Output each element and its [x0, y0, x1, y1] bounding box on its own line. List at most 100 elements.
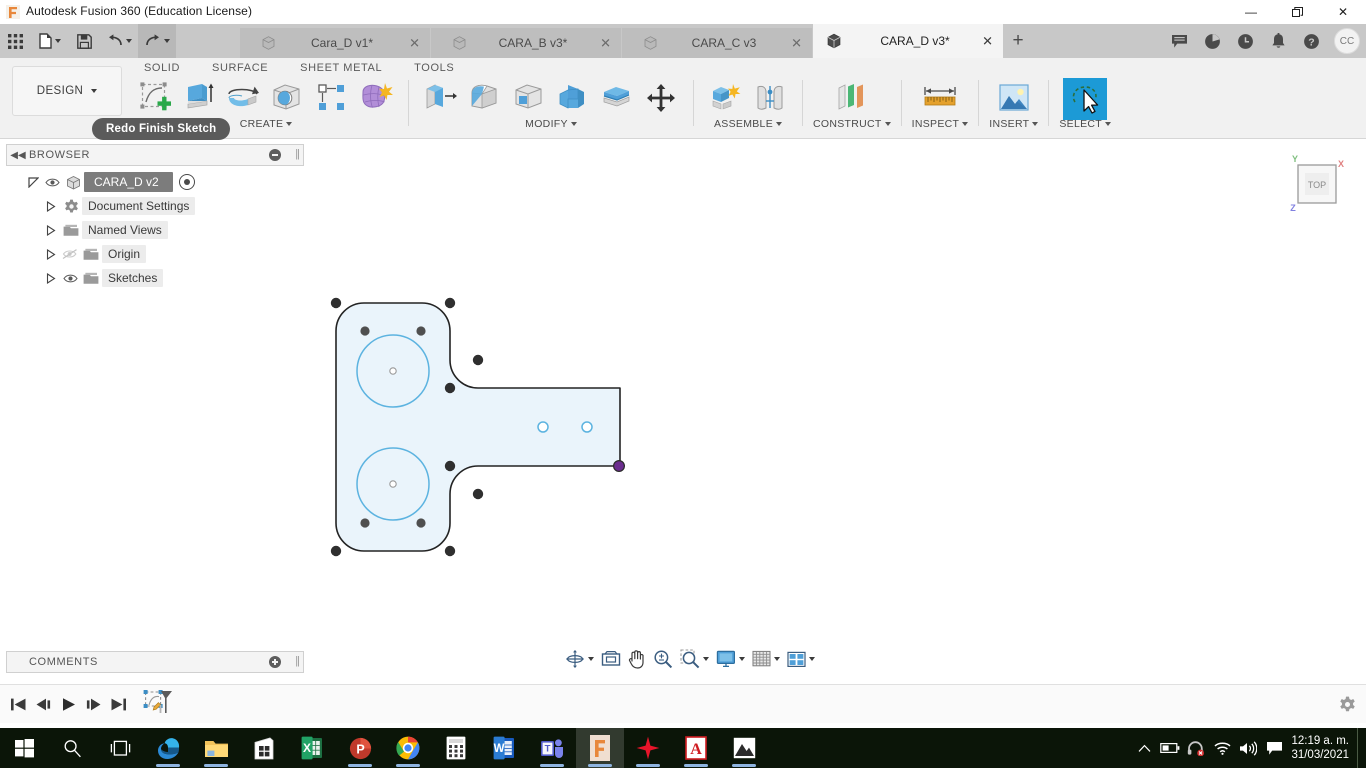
save-button[interactable]: [69, 24, 100, 58]
extrude-button[interactable]: [178, 78, 222, 118]
expand-arrow-icon[interactable]: [42, 224, 60, 236]
tab-cara-d-v3[interactable]: CARA_D v3* ✕: [813, 24, 1004, 58]
select-tool-button[interactable]: [1063, 78, 1108, 120]
new-component-button[interactable]: [704, 78, 748, 118]
fusion360-button[interactable]: [576, 728, 624, 768]
grid-snaps-button[interactable]: [749, 647, 783, 671]
notifications-bell-icon[interactable]: [1262, 24, 1295, 58]
visibility-eye-icon[interactable]: [42, 177, 62, 188]
orbit-button[interactable]: [562, 647, 597, 671]
redo-button[interactable]: [138, 24, 176, 58]
acrobat-button[interactable]: A: [672, 728, 720, 768]
zoom-button[interactable]: [650, 647, 676, 671]
timeline-go-start-button[interactable]: [6, 685, 31, 723]
view-cube[interactable]: TOP Y X Z: [1284, 153, 1348, 217]
job-status-icon[interactable]: [1196, 24, 1229, 58]
timeline-step-back-button[interactable]: [31, 685, 56, 723]
tab-close-button[interactable]: ✕: [982, 35, 993, 48]
fit-button[interactable]: [598, 647, 624, 671]
workspace-switcher[interactable]: DESIGN: [12, 66, 122, 116]
undo-button[interactable]: [100, 24, 138, 58]
form-button[interactable]: [354, 78, 398, 118]
design-canvas[interactable]: TOP Y X Z: [304, 139, 1366, 684]
chrome-button[interactable]: [384, 728, 432, 768]
powerpoint-button[interactable]: P: [336, 728, 384, 768]
timeline-play-button[interactable]: [56, 685, 81, 723]
tree-item-named-views[interactable]: Named Views: [6, 218, 302, 242]
panel-label-insert[interactable]: INSERT: [989, 118, 1039, 130]
expand-arrow-icon[interactable]: [42, 248, 60, 260]
combine-button[interactable]: [551, 78, 595, 118]
tab-close-button[interactable]: ✕: [600, 37, 611, 50]
offset-plane-button[interactable]: [830, 78, 874, 118]
create-sketch-button[interactable]: [134, 78, 178, 118]
wifi-button[interactable]: [1209, 728, 1235, 768]
new-file-button[interactable]: [31, 24, 69, 58]
tree-item-document-settings[interactable]: Document Settings: [6, 194, 302, 218]
app-red-button[interactable]: [624, 728, 672, 768]
activate-component-radio[interactable]: [178, 174, 195, 190]
panel-grip[interactable]: ||: [295, 655, 300, 667]
panel-label-assemble[interactable]: ASSEMBLE: [714, 118, 782, 130]
microsoft-store-button[interactable]: [240, 728, 288, 768]
zoom-window-button[interactable]: [677, 647, 712, 671]
ribbon-tab-tools[interactable]: TOOLS: [398, 60, 470, 78]
file-explorer-button[interactable]: [192, 728, 240, 768]
timeline-sketch-feature[interactable]: [142, 689, 182, 721]
press-pull-button[interactable]: [419, 78, 463, 118]
panel-grip[interactable]: ||: [295, 148, 300, 160]
tab-cara-d-v1[interactable]: Cara_D v1* ✕: [240, 28, 431, 58]
plus-circle-icon[interactable]: [269, 656, 281, 668]
visibility-eye-icon[interactable]: [60, 273, 80, 284]
taskbar-clock[interactable]: 12:19 a. m. 31/03/2021: [1287, 734, 1357, 762]
minus-circle-icon[interactable]: [269, 149, 281, 161]
expand-arrow-icon[interactable]: [24, 176, 42, 188]
panel-label-modify[interactable]: MODIFY: [525, 118, 577, 130]
excel-button[interactable]: X: [288, 728, 336, 768]
split-face-button[interactable]: [595, 78, 639, 118]
action-center-button[interactable]: [1261, 728, 1287, 768]
edge-button[interactable]: [144, 728, 192, 768]
comments-icon[interactable]: [1163, 24, 1196, 58]
show-desktop-button[interactable]: [1357, 728, 1366, 768]
timeline-settings-button[interactable]: [1339, 696, 1356, 718]
tab-cara-b-v3[interactable]: CARA_B v3* ✕: [431, 28, 622, 58]
timeline-step-forward-button[interactable]: [81, 685, 106, 723]
joint-button[interactable]: [748, 78, 792, 118]
expand-arrow-icon[interactable]: [42, 200, 60, 212]
battery-button[interactable]: [1157, 728, 1183, 768]
calculator-button[interactable]: [432, 728, 480, 768]
avatar[interactable]: CC: [1334, 28, 1360, 54]
minimize-button[interactable]: —: [1228, 0, 1274, 24]
task-view-button[interactable]: [96, 728, 144, 768]
pan-button[interactable]: [625, 647, 649, 671]
volume-button[interactable]: [1235, 728, 1261, 768]
panel-label-select[interactable]: SELECT: [1059, 118, 1112, 130]
move-copy-button[interactable]: [639, 78, 683, 118]
tab-cara-c-v3[interactable]: CARA_C v3 ✕: [622, 28, 813, 58]
expand-arrow-icon[interactable]: [42, 272, 60, 284]
ribbon-tab-sheet-metal[interactable]: SHEET METAL: [284, 60, 398, 78]
teams-button[interactable]: T: [528, 728, 576, 768]
maximize-button[interactable]: [1274, 0, 1320, 24]
panel-label-create[interactable]: CREATE: [240, 118, 293, 130]
shell-button[interactable]: [507, 78, 551, 118]
measure-button[interactable]: [918, 78, 962, 118]
tree-item-cara-d-v2[interactable]: CARA_D v2: [6, 170, 302, 194]
help-icon[interactable]: ?: [1295, 24, 1328, 58]
ribbon-tab-solid[interactable]: SOLID: [128, 60, 196, 78]
visibility-eye-off-icon[interactable]: [60, 248, 80, 260]
photos-button[interactable]: [720, 728, 768, 768]
panel-label-construct[interactable]: CONSTRUCT: [813, 118, 891, 130]
new-tab-button[interactable]: +: [1004, 24, 1032, 58]
audio-device-button[interactable]: [1183, 728, 1209, 768]
tab-close-button[interactable]: ✕: [791, 37, 802, 50]
viewports-button[interactable]: [784, 647, 818, 671]
revolve-button[interactable]: [222, 78, 266, 118]
tree-item-origin[interactable]: Origin: [6, 242, 302, 266]
timeline-go-end-button[interactable]: [106, 685, 131, 723]
collapse-left-icon[interactable]: ◀◀: [7, 150, 29, 161]
search-button[interactable]: [48, 728, 96, 768]
fillet-button[interactable]: [463, 78, 507, 118]
app-grid-button[interactable]: [0, 24, 31, 58]
